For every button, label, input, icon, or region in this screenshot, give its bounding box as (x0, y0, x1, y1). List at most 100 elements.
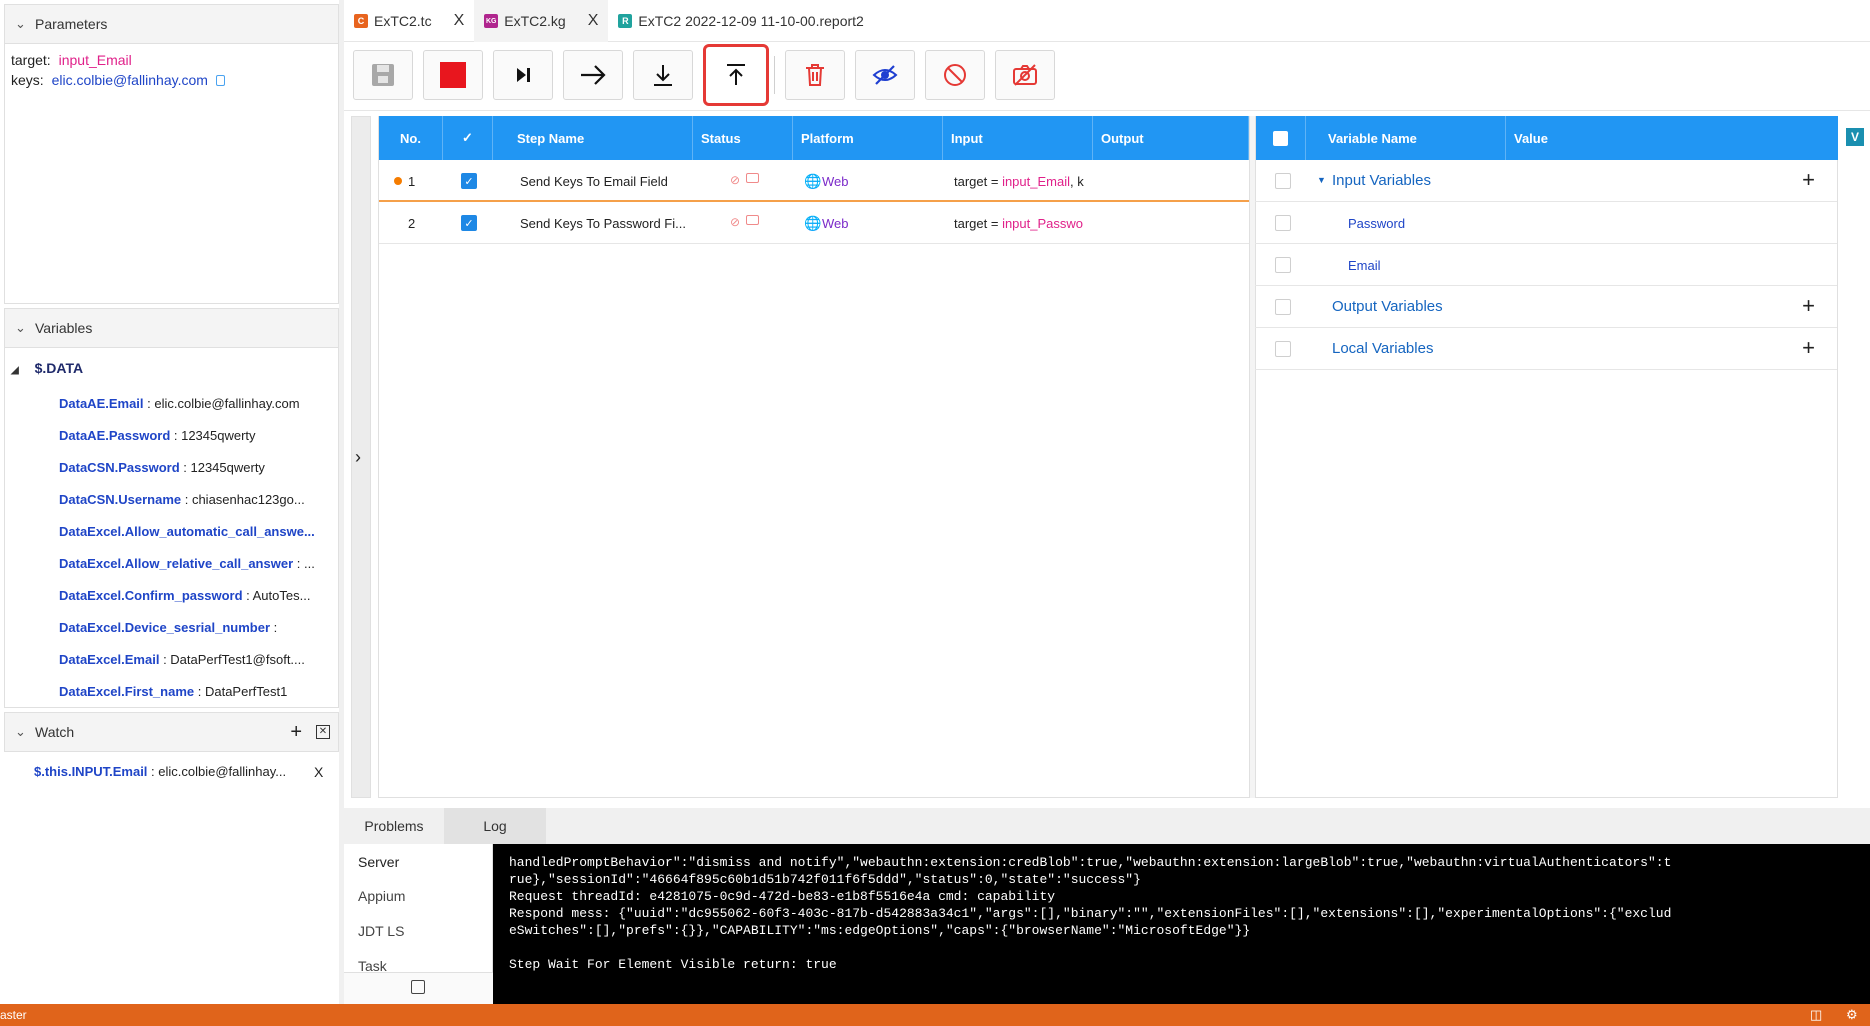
col-value[interactable]: Value (1506, 116, 1838, 160)
add-output-variable-icon[interactable]: + (1802, 295, 1815, 317)
hide-button[interactable] (855, 50, 915, 100)
stop-button[interactable] (423, 50, 483, 100)
col-output[interactable]: Output (1093, 116, 1249, 160)
variable-item[interactable]: DataCSN.Password : 12345qwerty (59, 460, 265, 475)
variable-checkbox[interactable] (1275, 257, 1291, 273)
variables-header[interactable]: ⌄ Variables (4, 308, 339, 348)
group-checkbox[interactable] (1275, 341, 1291, 357)
add-watch-icon[interactable]: + (290, 721, 302, 744)
step-no: 2 (408, 216, 416, 231)
disable-button[interactable] (925, 50, 985, 100)
chevron-down-icon[interactable]: ⌄ (15, 724, 35, 740)
local-variables-group[interactable]: Local Variables + (1255, 328, 1837, 370)
data-root[interactable]: ◢ $.DATA (11, 360, 83, 376)
param-target-row: target: input_Email (11, 52, 332, 68)
expand-side-strip[interactable]: › (351, 116, 371, 798)
variable-item[interactable]: DataAE.Password : 12345qwerty (59, 428, 256, 443)
input-prefix: target = (954, 174, 1003, 189)
step-out-button[interactable] (703, 44, 769, 106)
no-screenshot-button[interactable] (995, 50, 1055, 100)
git-branch[interactable]: aster (0, 1008, 27, 1022)
step-name: Send Keys To Password Fi... (520, 216, 686, 231)
tab-extc2-tc[interactable]: C ExTC2.tc X (344, 0, 474, 42)
parameters-header[interactable]: ⌄ Parameters (4, 4, 339, 44)
report-file-icon: R (618, 14, 633, 28)
watch-item-close[interactable]: X (314, 764, 323, 780)
variable-item[interactable]: DataExcel.Allow_relative_call_answer : .… (59, 556, 315, 571)
chevron-down-icon[interactable]: ⌄ (15, 16, 35, 32)
variable-item[interactable]: DataExcel.Email : DataPerfTest1@fsoft...… (59, 652, 305, 667)
save-button[interactable] (353, 50, 413, 100)
col-step-name[interactable]: Step Name (493, 116, 693, 160)
notification-icon[interactable]: ◫ (1810, 1007, 1822, 1023)
log-source-server[interactable]: Server (358, 854, 399, 870)
delete-button[interactable] (785, 50, 845, 100)
variable-item[interactable]: DataExcel.First_name : DataPerfTest1 (59, 684, 287, 699)
next-step-button[interactable] (563, 50, 623, 100)
expand-triangle-icon[interactable]: ▼ (1317, 175, 1326, 185)
variable-row[interactable]: Password (1255, 202, 1837, 244)
step-into-button[interactable] (633, 50, 693, 100)
step-row[interactable]: 1 ✓ Send Keys To Email Field ⊘ 🌐 Web tar… (379, 160, 1249, 202)
param-keys-label: keys: (11, 72, 44, 88)
col-no[interactable]: No. (379, 116, 443, 160)
close-icon[interactable]: X (588, 12, 599, 30)
variable-value: : chiasenhac123go... (181, 492, 305, 507)
log-source-jdtls[interactable]: JDT LS (358, 923, 404, 939)
variable-item[interactable]: DataExcel.Confirm_password : AutoTes... (59, 588, 310, 603)
step-enabled-checkbox[interactable]: ✓ (461, 173, 477, 189)
group-checkbox[interactable] (1275, 173, 1291, 189)
log-footer (344, 972, 493, 1004)
remove-all-watch-icon[interactable]: ✕ (316, 725, 330, 739)
step-enabled-checkbox[interactable]: ✓ (461, 215, 477, 231)
variable-item[interactable]: DataCSN.Username : chiasenhac123go... (59, 492, 305, 507)
collapse-triangle-icon[interactable]: ◢ (11, 365, 19, 376)
chevron-down-icon[interactable]: ⌄ (15, 320, 35, 336)
col-status[interactable]: Status (693, 116, 793, 160)
step-platform: Web (822, 216, 849, 231)
lock-icon[interactable] (411, 980, 425, 994)
data-root-label: $.DATA (34, 360, 84, 376)
variable-key: DataExcel.Allow_relative_call_answer (59, 556, 294, 571)
variable-key: DataExcel.Allow_automatic_call_answe... (59, 524, 315, 539)
side-panel-badge[interactable]: V (1846, 128, 1864, 146)
watch-header[interactable]: ⌄ Watch + ✕ (4, 712, 339, 752)
col-input[interactable]: Input (943, 116, 1093, 160)
variable-key: DataExcel.First_name (59, 684, 195, 699)
settings-icon[interactable]: ⚙ (1846, 1007, 1858, 1023)
add-local-variable-icon[interactable]: + (1802, 337, 1815, 359)
add-input-variable-icon[interactable]: + (1802, 169, 1815, 191)
col-enabled[interactable]: ✓ (443, 116, 493, 160)
step-over-button[interactable] (493, 50, 553, 100)
tab-log[interactable]: Log (444, 808, 546, 844)
group-checkbox[interactable] (1275, 299, 1291, 315)
close-icon[interactable]: X (454, 12, 465, 30)
variable-item[interactable]: DataExcel.Allow_automatic_call_answe... (59, 524, 315, 539)
tab-report[interactable]: R ExTC2 2022-12-09 11-10-00.report2 (608, 0, 873, 42)
variable-key: DataAE.Email (59, 396, 144, 411)
variable-row[interactable]: Email (1255, 244, 1837, 286)
tab-extc2-kg[interactable]: KG ExTC2.kg X (474, 0, 609, 42)
log-source-appium[interactable]: Appium (358, 888, 405, 904)
chevron-right-icon[interactable]: › (355, 447, 361, 468)
output-variables-group[interactable]: Output Variables + (1255, 286, 1837, 328)
toolbar-bottom-border (344, 110, 1870, 111)
tab-label: ExTC2 2022-12-09 11-10-00.report2 (638, 13, 864, 29)
watch-item: $.this.INPUT.Email : elic.colbie@fallinh… (34, 764, 286, 779)
col-select-all[interactable] (1256, 116, 1306, 160)
copy-icon[interactable] (215, 75, 225, 86)
select-all-checkbox[interactable] (1273, 130, 1288, 146)
step-platform: Web (822, 174, 849, 189)
col-variable-name[interactable]: Variable Name (1306, 116, 1506, 160)
variable-item[interactable]: DataExcel.Device_sesrial_number : (59, 620, 277, 635)
tab-problems[interactable]: Problems (344, 808, 444, 844)
col-platform[interactable]: Platform (793, 116, 943, 160)
step-row[interactable]: 2 ✓ Send Keys To Password Fi... ⊘ 🌐 Web … (379, 202, 1249, 244)
variable-key: DataExcel.Email (59, 652, 160, 667)
variable-item[interactable]: DataAE.Email : elic.colbie@fallinhay.com (59, 396, 300, 411)
variable-checkbox[interactable] (1275, 215, 1291, 231)
input-variables-group[interactable]: ▼ Input Variables + (1255, 160, 1837, 202)
variable-value: : 12345qwerty (179, 460, 265, 475)
download-icon (654, 65, 672, 86)
